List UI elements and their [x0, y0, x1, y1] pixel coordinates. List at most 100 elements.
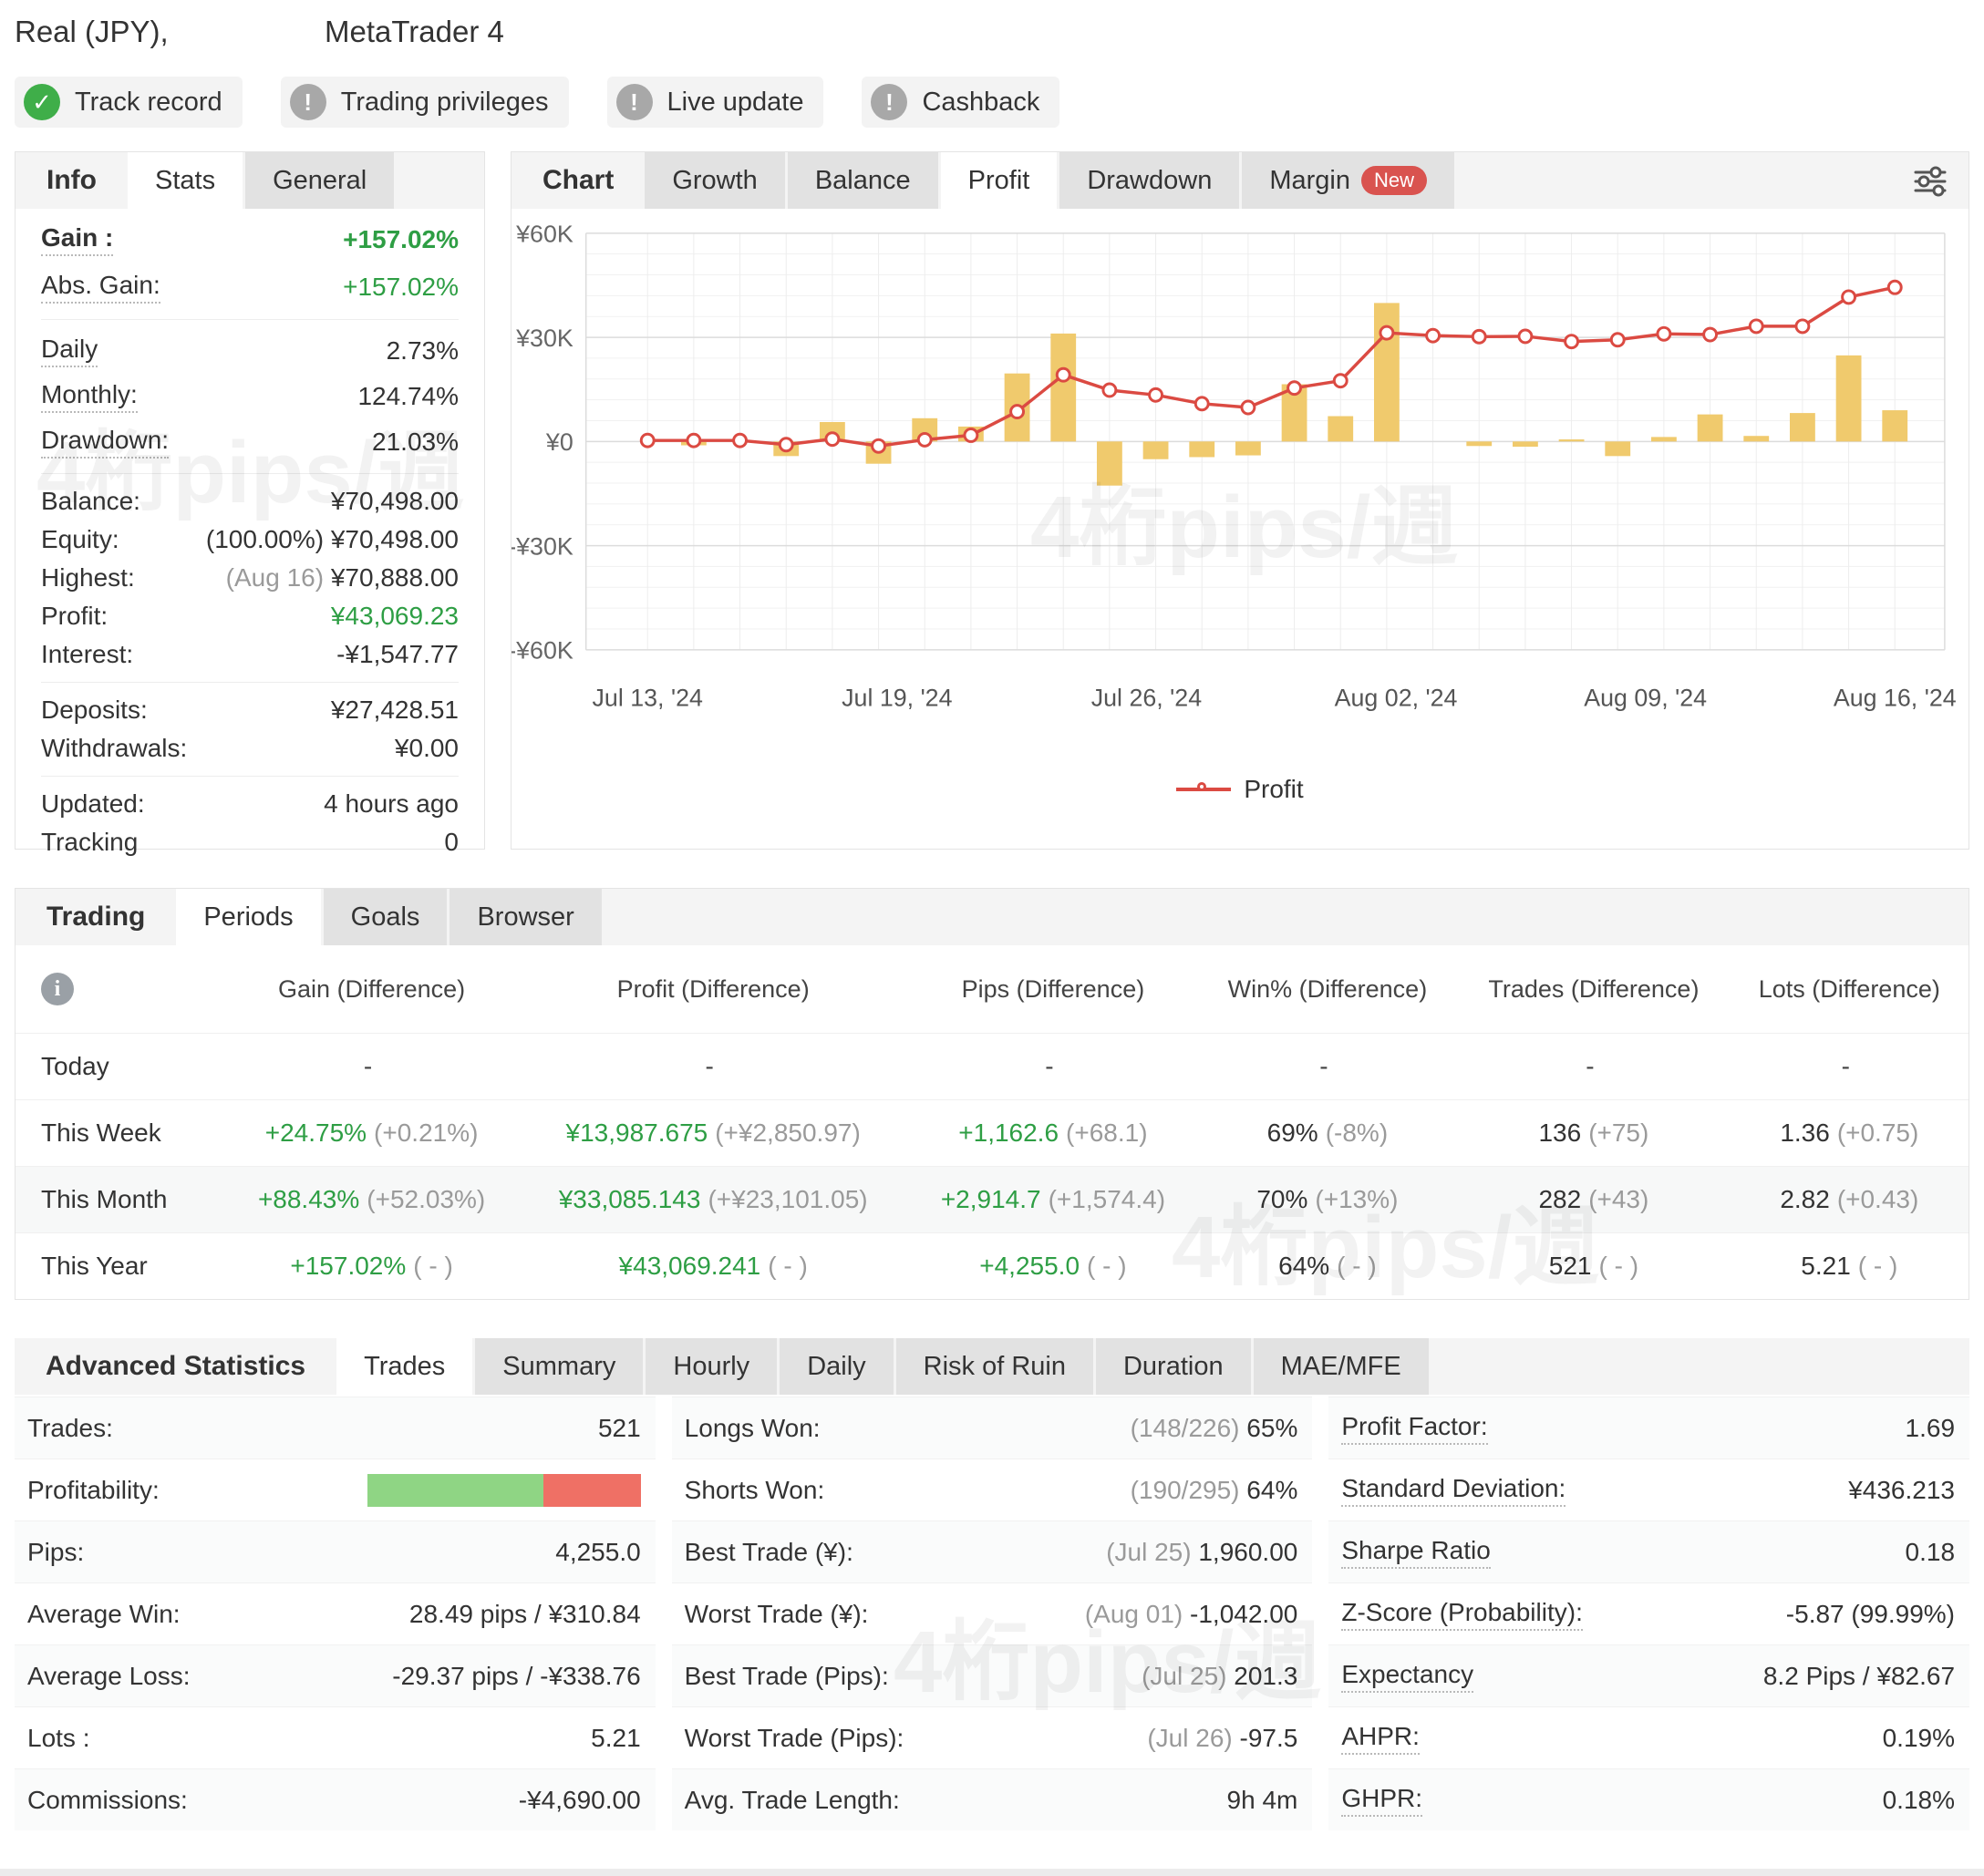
standard-deviation-label[interactable]: Standard Deviation: — [1341, 1474, 1566, 1507]
badge-live-update[interactable]: ! Live update — [607, 77, 824, 128]
ahpr-label[interactable]: AHPR: — [1341, 1722, 1420, 1755]
badge-label: Trading privileges — [341, 88, 549, 118]
check-icon: ✓ — [24, 84, 60, 120]
page-header: Real (JPY), MetaTrader 4 — [0, 0, 1984, 49]
chart-panel: Chart Growth Balance Profit Drawdown Mar… — [511, 151, 1969, 850]
badge-cashback[interactable]: ! Cashback — [862, 77, 1059, 128]
stats-col-3: Profit Factor:1.69 Standard Deviation:¥4… — [1328, 1397, 1969, 1830]
updated-label: Updated: — [41, 789, 145, 819]
tab-duration[interactable]: Duration — [1096, 1338, 1251, 1395]
svg-text:Aug 02, '24: Aug 02, '24 — [1335, 684, 1458, 711]
tab-drawdown[interactable]: Drawdown — [1059, 152, 1239, 209]
table-row-today[interactable]: Today - - - - - - — [16, 1034, 1968, 1100]
profitability-bar — [367, 1474, 641, 1507]
page: 4桁pips/週 4桁pips/週 4桁pips/週 4桁pips/週 Real… — [0, 0, 1984, 1876]
deposits-value: ¥27,428.51 — [331, 696, 459, 725]
tab-margin[interactable]: Margin New — [1242, 152, 1454, 209]
filter-settings-icon[interactable] — [1912, 163, 1948, 200]
divider — [41, 682, 459, 683]
profitability-label: Profitability: — [27, 1476, 160, 1505]
gain-value: +157.02% — [343, 225, 459, 254]
tracking-label: Tracking — [41, 828, 138, 857]
tab-hourly[interactable]: Hourly — [646, 1338, 777, 1395]
row-label: This Week — [16, 1100, 225, 1167]
table-row-this-month[interactable]: This Month +88.43%(+52.03%) ¥33,085.143(… — [16, 1167, 1968, 1233]
equity-pct: (100.00%) — [206, 525, 324, 553]
tab-general[interactable]: General — [245, 152, 394, 209]
profit-chart[interactable]: ¥60K¥30K¥0-¥30K-¥60KJul 13, '24Jul 19, '… — [512, 209, 1968, 769]
drawdown-label[interactable]: Drawdown: — [41, 426, 169, 459]
standard-deviation-value: ¥436.213 — [1848, 1476, 1955, 1505]
tab-profit[interactable]: Profit — [941, 152, 1058, 209]
tab-goals[interactable]: Goals — [324, 889, 448, 945]
abs-gain-label[interactable]: Abs. Gain: — [41, 271, 160, 304]
tab-balance[interactable]: Balance — [788, 152, 938, 209]
periods-tabstrip: Trading Periods Goals Browser — [16, 889, 1968, 945]
expectancy-value: 8.2 Pips / ¥82.67 — [1763, 1662, 1955, 1691]
daily-label[interactable]: Daily — [41, 335, 98, 367]
row-label: Today — [16, 1034, 225, 1100]
svg-text:Aug 09, '24: Aug 09, '24 — [1584, 684, 1707, 711]
tab-summary[interactable]: Summary — [475, 1338, 643, 1395]
stats-col-2: Longs Won:(148/226) 65% Shorts Won:(190/… — [672, 1397, 1313, 1830]
highest-label: Highest: — [41, 563, 135, 593]
gain-label[interactable]: Gain : — [41, 223, 113, 256]
badge-track-record[interactable]: ✓ Track record — [15, 77, 243, 128]
advanced-statistics-panel: Advanced Statistics Trades Summary Hourl… — [15, 1338, 1969, 1830]
account-label: Real (JPY), — [15, 15, 325, 49]
table-row-this-week[interactable]: This Week +24.75%(+0.21%) ¥13,987.675(+¥… — [16, 1100, 1968, 1167]
drawdown-value: 21.03% — [372, 428, 459, 457]
interest-value: -¥1,547.77 — [336, 640, 459, 669]
tab-mae-mfe[interactable]: MAE/MFE — [1254, 1338, 1429, 1395]
updated-value: 4 hours ago — [324, 789, 459, 819]
tab-browser[interactable]: Browser — [450, 889, 601, 945]
shorts-won-value: 64% — [1246, 1476, 1297, 1504]
info-body: Gain : +157.02% Abs. Gain: +157.02% Daily 2… — [16, 209, 484, 861]
longs-won-value: 65% — [1246, 1414, 1297, 1442]
tab-margin-label: Margin — [1269, 166, 1350, 196]
sharpe-ratio-label[interactable]: Sharpe Ratio — [1341, 1536, 1490, 1569]
col-lots-header: Lots (Difference) — [1731, 945, 1968, 1034]
exclamation-icon: ! — [871, 84, 907, 120]
tab-stats[interactable]: Stats — [128, 152, 243, 209]
chart-legend[interactable]: Profit — [512, 775, 1968, 804]
tab-daily[interactable]: Daily — [780, 1338, 893, 1395]
svg-text:-¥30K: -¥30K — [512, 533, 574, 561]
exclamation-icon: ! — [616, 84, 653, 120]
interest-label: Interest: — [41, 640, 133, 669]
tab-risk-of-ruin[interactable]: Risk of Ruin — [896, 1338, 1093, 1395]
ghpr-value: 0.18% — [1883, 1786, 1955, 1815]
svg-text:-¥60K: -¥60K — [512, 637, 574, 665]
table-header-row: i Gain (Difference) Profit (Difference) … — [16, 945, 1968, 1034]
col-profit-header: Profit (Difference) — [518, 945, 908, 1034]
stats-tabstrip: Advanced Statistics Trades Summary Hourl… — [15, 1338, 1969, 1395]
legend-line-icon — [1176, 788, 1231, 791]
profit-factor-label[interactable]: Profit Factor: — [1341, 1412, 1487, 1445]
z-score-label[interactable]: Z-Score (Probability): — [1341, 1598, 1583, 1631]
abs-gain-value: +157.02% — [343, 273, 459, 302]
equity-label: Equity: — [41, 525, 119, 554]
info-icon[interactable]: i — [41, 973, 74, 1005]
monthly-label[interactable]: Monthly: — [41, 380, 138, 413]
exclamation-icon: ! — [290, 84, 326, 120]
chart-tabstrip: Chart Growth Balance Profit Drawdown Mar… — [512, 152, 1968, 209]
pips-value: 4,255.0 — [555, 1538, 640, 1567]
badge-label: Track record — [75, 88, 222, 118]
col-win-header: Win% (Difference) — [1198, 945, 1458, 1034]
stats-panel-title: Advanced Statistics — [15, 1338, 336, 1395]
badge-trading-privileges[interactable]: ! Trading privileges — [281, 77, 569, 128]
periods-table: i Gain (Difference) Profit (Difference) … — [16, 945, 1968, 1299]
table-row-this-year[interactable]: This Year +157.02%( - ) ¥43,069.241( - )… — [16, 1233, 1968, 1300]
tab-periods[interactable]: Periods — [176, 889, 320, 945]
badge-label: Cashback — [922, 88, 1039, 118]
highest-value: ¥70,888.00 — [331, 563, 459, 592]
expectancy-label[interactable]: Expectancy — [1341, 1660, 1473, 1693]
row-label: This Month — [16, 1167, 225, 1233]
monthly-value: 124.74% — [357, 382, 459, 411]
chart-panel-title: Chart — [512, 152, 645, 209]
ghpr-label[interactable]: GHPR: — [1341, 1784, 1422, 1817]
trades-label: Trades: — [27, 1414, 113, 1443]
tab-trades[interactable]: Trades — [336, 1338, 472, 1395]
svg-text:Jul 13, '24: Jul 13, '24 — [593, 684, 703, 711]
tab-growth[interactable]: Growth — [645, 152, 784, 209]
